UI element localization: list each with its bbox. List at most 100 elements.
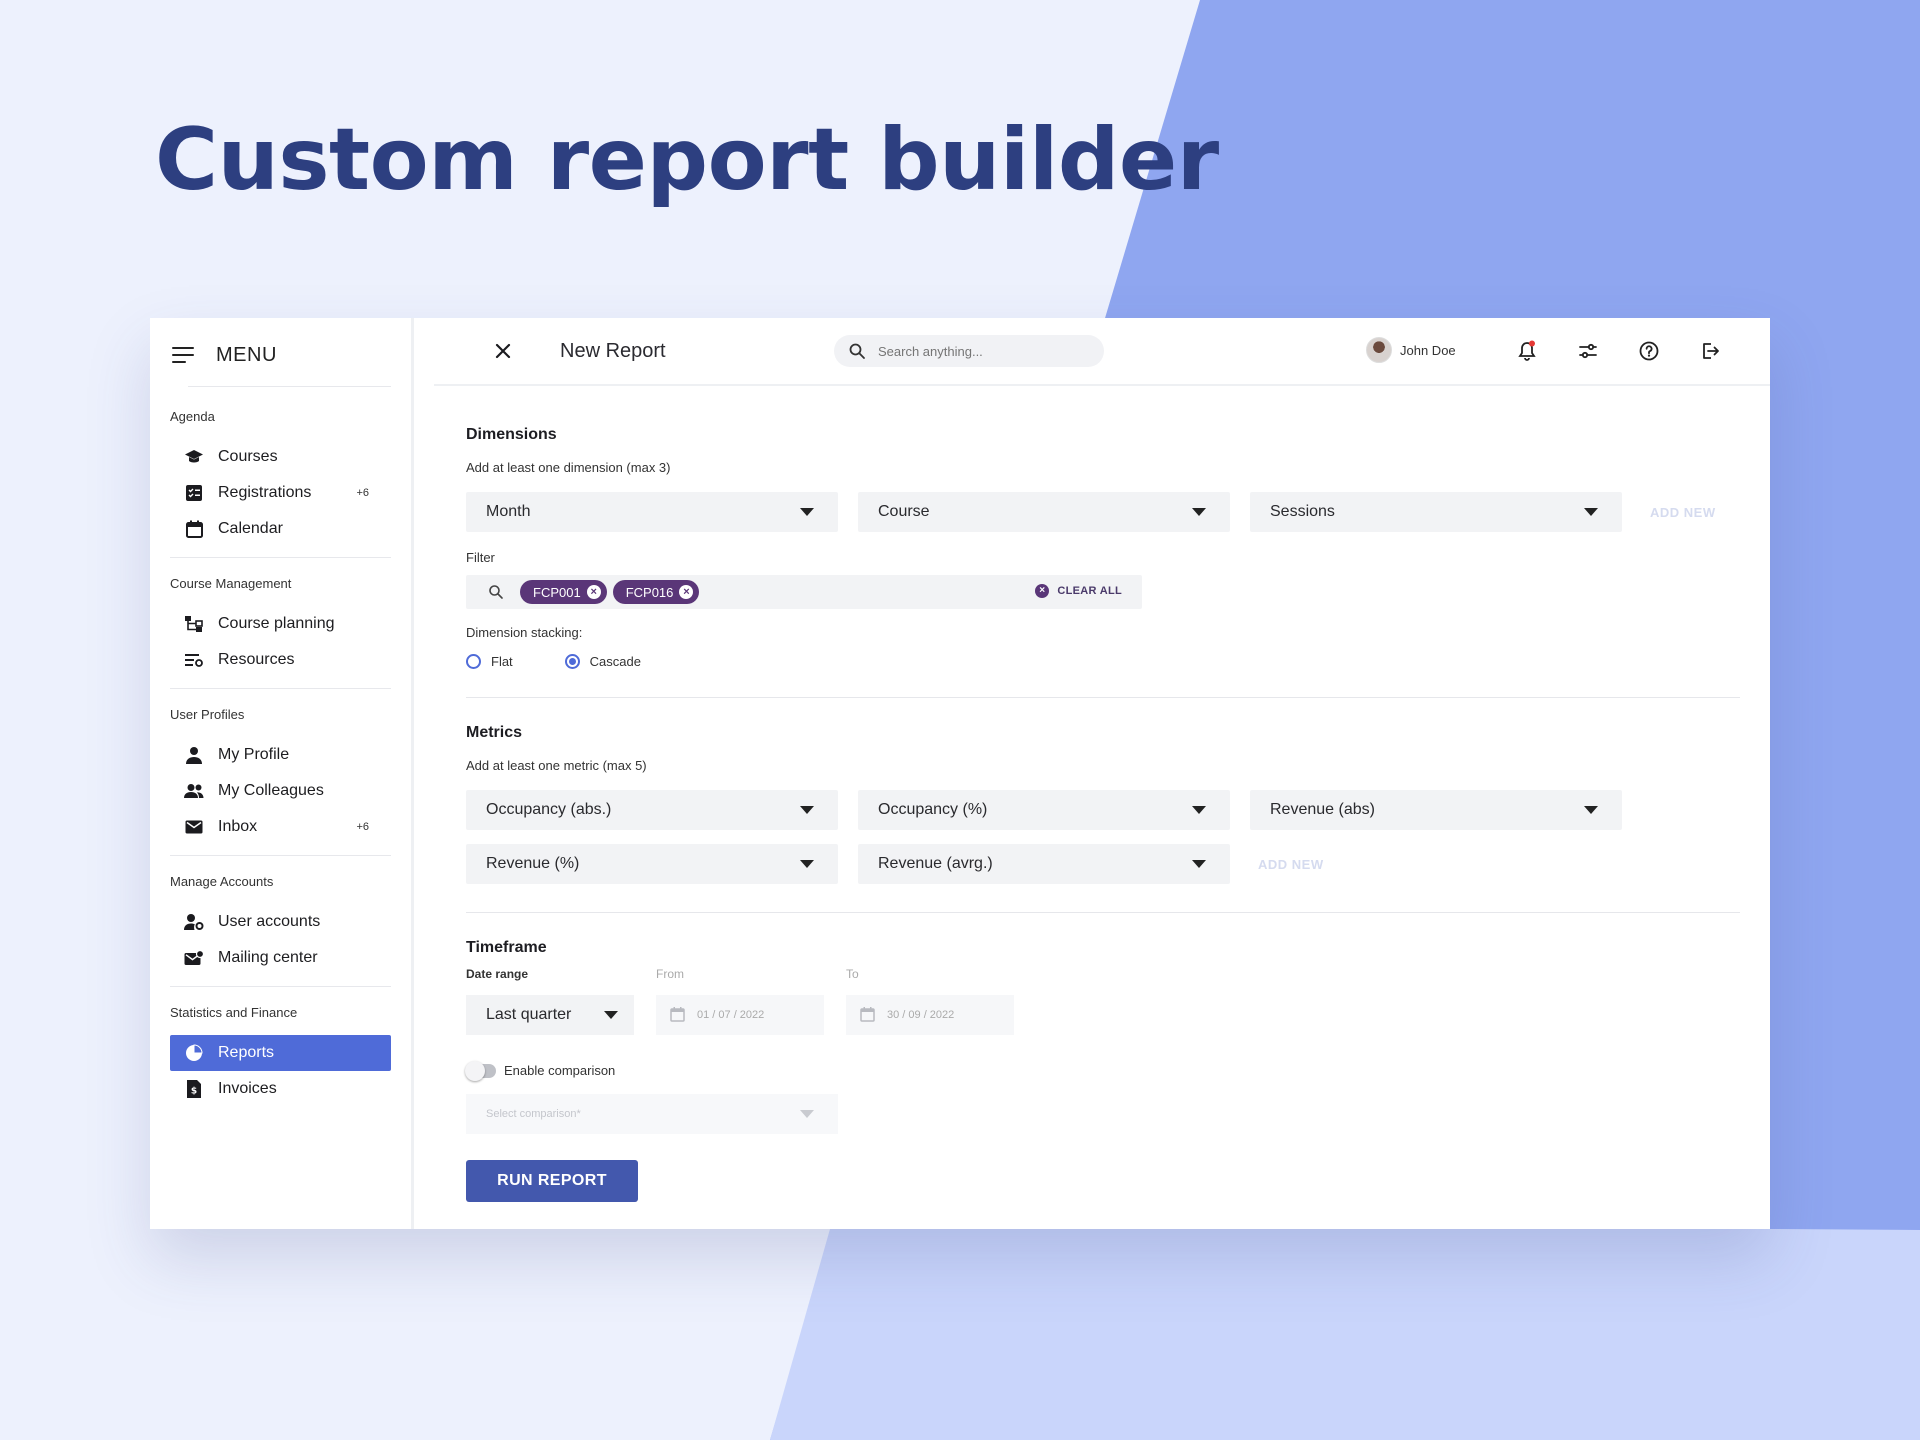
count-badge: +6 xyxy=(356,821,369,833)
sidebar-item-my-colleagues[interactable]: My Colleagues xyxy=(170,773,391,809)
sidebar-item-label: Inbox xyxy=(218,818,258,835)
sidebar-item-course-planning[interactable]: Course planning xyxy=(170,606,391,642)
close-icon[interactable]: × xyxy=(586,585,601,599)
from-value: 01 / 07 / 2022 xyxy=(697,1009,765,1021)
help-icon[interactable] xyxy=(1638,340,1660,362)
to-date-input[interactable]: 30 / 09 / 2022 xyxy=(846,995,1014,1035)
clear-all-button[interactable]: × CLEAR ALL xyxy=(1035,584,1122,598)
metric-selects-row-2: Revenue (%) Revenue (avrg.) ADD NEW xyxy=(466,844,1740,884)
sidebar-item-registrations[interactable]: Registrations +6 xyxy=(170,475,391,511)
stacking-label: Dimension stacking: xyxy=(466,625,583,640)
user-profile[interactable]: John Doe xyxy=(1366,337,1456,363)
section-title: Dimensions xyxy=(466,426,557,443)
nav-group-statistics-finance: Statistics and Finance Reports $ Invoice… xyxy=(170,1005,391,1107)
close-icon: × xyxy=(1035,584,1050,598)
caret-down-icon xyxy=(800,508,814,516)
metric-select-3[interactable]: Revenue (abs) xyxy=(1250,790,1622,830)
sidebar-item-label: Registrations xyxy=(218,484,312,501)
add-dimension-button[interactable]: ADD NEW xyxy=(1650,505,1716,520)
search-input[interactable] xyxy=(878,343,1078,359)
bell-icon[interactable] xyxy=(1516,340,1538,362)
registrations-icon xyxy=(184,483,204,503)
from-date-input[interactable]: 01 / 07 / 2022 xyxy=(656,995,824,1035)
dimension-select-3[interactable]: Sessions xyxy=(1250,492,1622,532)
course-planning-icon xyxy=(184,614,204,634)
sidebar-item-my-profile[interactable]: My Profile xyxy=(170,737,391,773)
mailing-icon xyxy=(184,948,204,968)
resources-icon xyxy=(184,650,204,670)
group-title: Agenda xyxy=(170,409,215,424)
section-subtitle: Add at least one metric (max 5) xyxy=(466,758,647,773)
group-divider xyxy=(170,557,391,558)
comparison-toggle-row: Enable comparison xyxy=(465,1060,1740,1081)
person-icon xyxy=(184,745,204,765)
comparison-select[interactable]: Select comparison* xyxy=(466,1094,838,1134)
section-divider xyxy=(466,697,1740,698)
metrics-section: Metrics Add at least one metric (max 5) … xyxy=(466,724,1740,884)
filter-input[interactable]: FCP001 × FCP016 × × CLEAR ALL xyxy=(466,575,1142,609)
sliders-icon[interactable] xyxy=(1577,340,1599,362)
group-divider xyxy=(170,688,391,689)
calendar-icon xyxy=(860,1006,875,1025)
sidebar-item-invoices[interactable]: $ Invoices xyxy=(170,1071,391,1107)
filter-chip[interactable]: FCP001 × xyxy=(520,580,607,604)
nav-group-manage-accounts: Manage Accounts User accounts Mailing ce… xyxy=(170,874,391,976)
sidebar-item-label: Reports xyxy=(218,1044,275,1061)
group-title: Statistics and Finance xyxy=(170,1005,298,1020)
sidebar-item-reports[interactable]: Reports xyxy=(170,1035,391,1071)
select-value: Revenue (%) xyxy=(486,855,580,872)
close-icon[interactable]: × xyxy=(679,585,694,599)
group-divider xyxy=(170,986,391,987)
dimension-select-1[interactable]: Month xyxy=(466,492,838,532)
radio-cascade[interactable]: Cascade xyxy=(564,654,641,669)
radio-selected-icon[interactable] xyxy=(564,654,580,669)
user-name: John Doe xyxy=(1400,342,1456,358)
caret-down-icon xyxy=(1192,860,1206,868)
sidebar-item-calendar[interactable]: Calendar xyxy=(170,511,391,547)
metric-select-1[interactable]: Occupancy (abs.) xyxy=(466,790,838,830)
metric-select-4[interactable]: Revenue (%) xyxy=(466,844,838,884)
calendar-icon xyxy=(670,1006,685,1025)
radio-label: Flat xyxy=(491,654,513,669)
search-icon xyxy=(848,342,866,360)
select-value: Occupancy (%) xyxy=(878,801,988,818)
hamburger-icon[interactable] xyxy=(172,347,194,363)
caret-down-icon xyxy=(1584,806,1598,814)
avatar xyxy=(1366,337,1392,363)
section-title: Timeframe xyxy=(466,939,547,956)
search-bar[interactable] xyxy=(834,335,1104,367)
sidebar-item-user-accounts[interactable]: User accounts xyxy=(170,904,391,940)
filter-chip[interactable]: FCP016 × xyxy=(612,580,700,604)
clear-all-label: CLEAR ALL xyxy=(1057,585,1122,597)
date-range-select[interactable]: Last quarter xyxy=(466,995,634,1035)
dimension-select-2[interactable]: Course xyxy=(858,492,1230,532)
radio-flat[interactable]: Flat xyxy=(466,654,513,669)
menu-divider xyxy=(188,386,391,387)
caret-down-icon xyxy=(800,806,814,814)
run-report-button[interactable]: RUN REPORT xyxy=(466,1160,638,1202)
sidebar-item-mailing-center[interactable]: Mailing center xyxy=(170,940,391,976)
select-value: Revenue (abs) xyxy=(1270,801,1375,818)
sidebar-item-inbox[interactable]: Inbox +6 xyxy=(170,809,391,845)
logout-icon[interactable] xyxy=(1699,340,1721,362)
metric-select-2[interactable]: Occupancy (%) xyxy=(858,790,1230,830)
metric-select-5[interactable]: Revenue (avrg.) xyxy=(858,844,1230,884)
close-icon[interactable] xyxy=(492,340,514,362)
dimension-selects: Month Course Sessions ADD NEW xyxy=(466,492,1740,532)
filter-label: Filter xyxy=(466,550,495,565)
date-range-label: Date range xyxy=(466,967,529,981)
add-metric-button[interactable]: ADD NEW xyxy=(1258,857,1324,872)
topbar: New Report John Doe xyxy=(434,318,1770,386)
hero-title: Custom report builder xyxy=(155,110,1219,210)
sidebar-item-resources[interactable]: Resources xyxy=(170,642,391,678)
menu-header[interactable]: MENU xyxy=(170,338,391,372)
comparison-toggle-label: Enable comparison xyxy=(504,1063,616,1078)
report-form: Dimensions Add at least one dimension (m… xyxy=(414,386,1770,1202)
sidebar-item-courses[interactable]: Courses xyxy=(170,439,391,475)
menu-label: MENU xyxy=(216,343,277,366)
comparison-toggle[interactable] xyxy=(465,1060,496,1081)
radio-icon[interactable] xyxy=(466,654,481,669)
sidebar-item-label: My Profile xyxy=(218,746,290,763)
page-title: New Report xyxy=(560,340,666,362)
radio-label: Cascade xyxy=(589,654,641,669)
